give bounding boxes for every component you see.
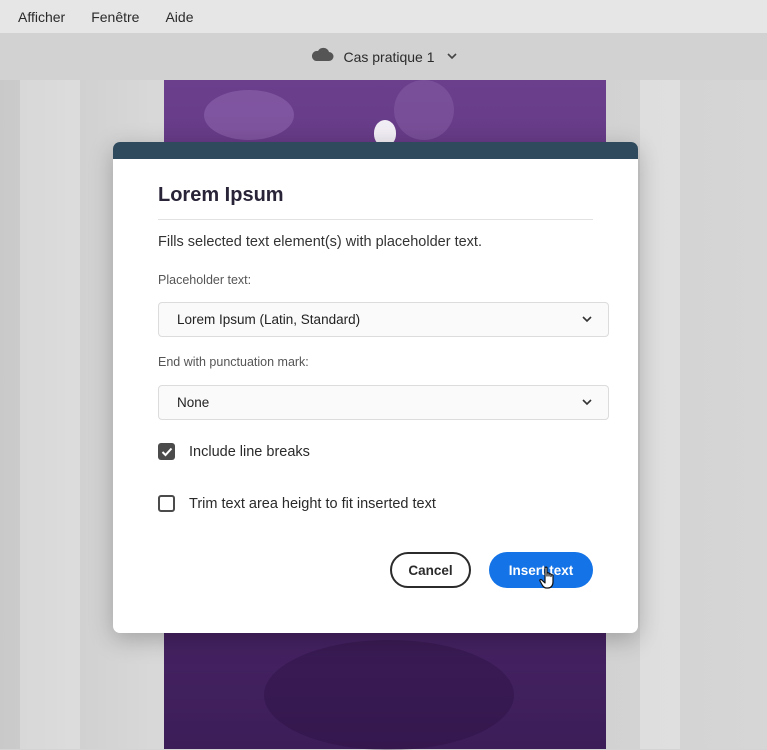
dialog-header-band — [113, 142, 638, 159]
punctuation-label: End with punctuation mark: — [158, 355, 309, 369]
divider — [158, 219, 593, 220]
chevron-down-icon — [582, 397, 592, 409]
menu-item-aide[interactable]: Aide — [165, 9, 193, 25]
document-title: Cas pratique 1 — [343, 48, 435, 65]
placeholder-text-value: Lorem Ipsum (Latin, Standard) — [177, 312, 361, 327]
cloud-icon — [310, 46, 334, 67]
menu-item-fenetre[interactable]: Fenêtre — [91, 9, 139, 25]
placeholder-text-select[interactable]: Lorem Ipsum (Latin, Standard) — [158, 302, 609, 337]
menu-bar: Afficher Fenêtre Aide — [0, 0, 767, 33]
dialog-description: Fills selected text element(s) with plac… — [158, 234, 482, 250]
cancel-button[interactable]: Cancel — [390, 552, 471, 588]
punctuation-select[interactable]: None — [158, 385, 609, 420]
dialog-title: Lorem Ipsum — [158, 184, 284, 206]
chevron-down-icon — [582, 314, 592, 326]
trim-height-option[interactable]: Trim text area height to fit inserted te… — [158, 495, 436, 512]
trim-height-label: Trim text area height to fit inserted te… — [189, 495, 436, 512]
document-title-bar[interactable]: Cas pratique 1 — [0, 33, 767, 80]
punctuation-value: None — [177, 395, 210, 410]
checkmark-icon — [161, 447, 172, 456]
include-line-breaks-label: Include line breaks — [189, 443, 310, 460]
menu-item-afficher[interactable]: Afficher — [18, 9, 65, 25]
include-line-breaks-option[interactable]: Include line breaks — [158, 443, 310, 460]
trim-height-checkbox[interactable] — [158, 495, 175, 512]
chevron-down-icon[interactable] — [446, 51, 457, 63]
hand-pointer-icon — [539, 566, 557, 595]
include-line-breaks-checkbox[interactable] — [158, 443, 175, 460]
placeholder-text-label: Placeholder text: — [158, 273, 252, 287]
lorem-ipsum-dialog: Lorem Ipsum Fills selected text element(… — [113, 142, 638, 633]
